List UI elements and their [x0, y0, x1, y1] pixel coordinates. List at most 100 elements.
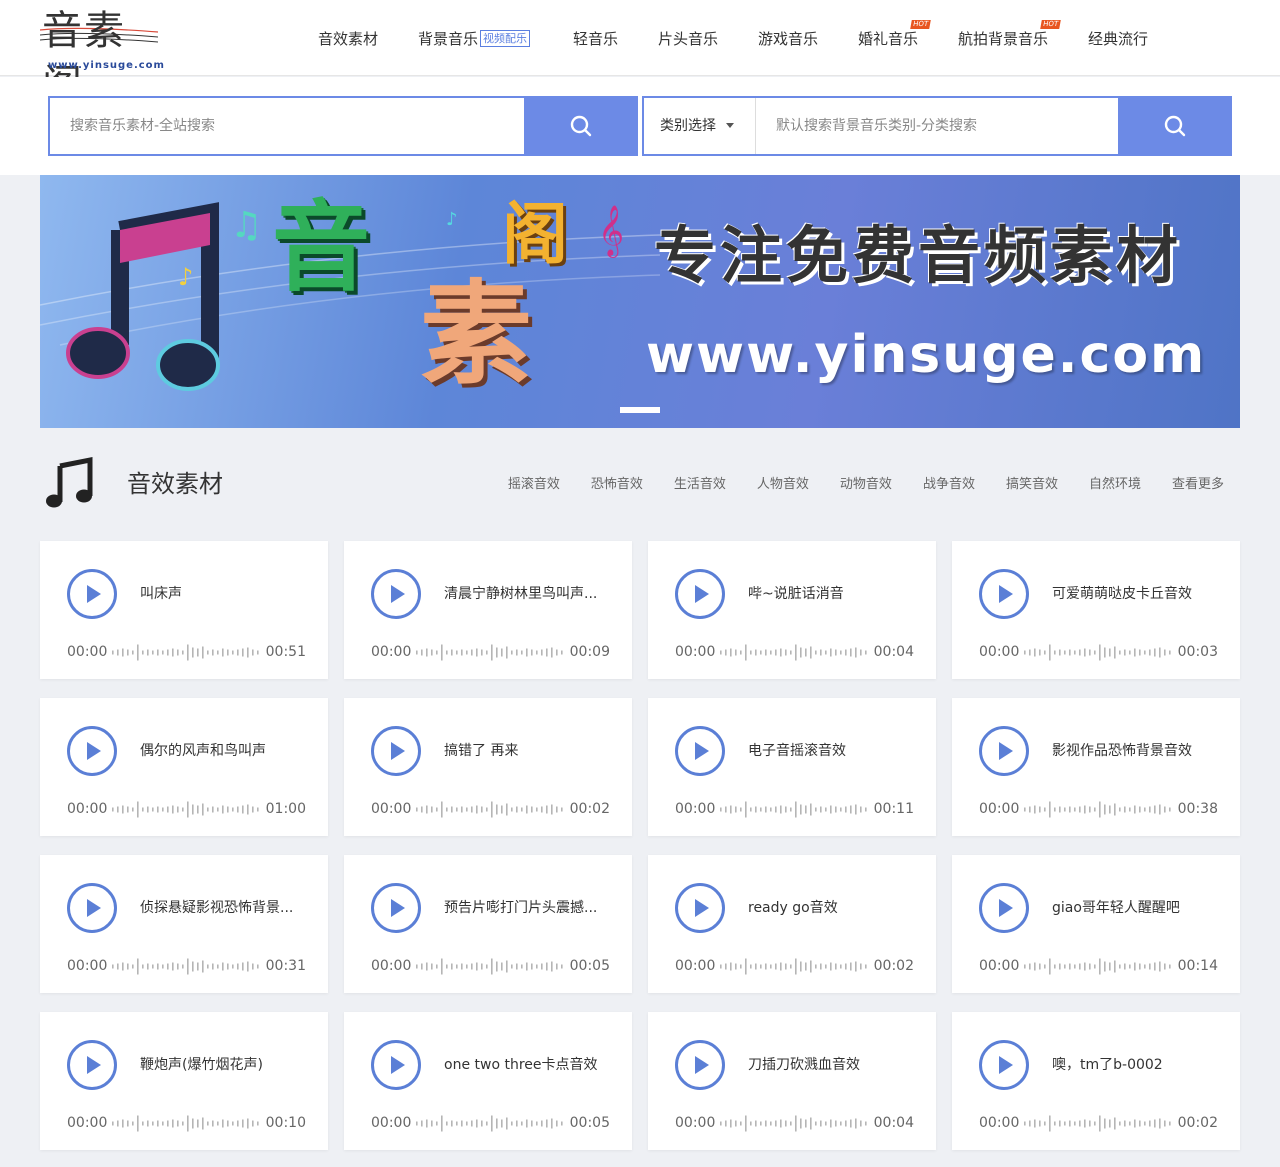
- sound-card[interactable]: 侦探悬疑影视恐怖背景... 00:00 00:31: [40, 855, 328, 993]
- play-icon[interactable]: [371, 726, 421, 776]
- site-header: 音素阁 www.yinsuge.com 音效素材 背景音乐视频配乐 轻音乐 片头…: [0, 0, 1280, 108]
- sound-card[interactable]: 影视作品恐怖背景音效 00:00 00:38: [952, 698, 1240, 836]
- sound-card[interactable]: 叫床声 00:00 00:51: [40, 541, 328, 679]
- sound-title[interactable]: 偶尔的风声和鸟叫声: [140, 742, 308, 760]
- play-icon[interactable]: [371, 569, 421, 619]
- play-icon[interactable]: [979, 883, 1029, 933]
- sound-card[interactable]: 清晨宁静树林里鸟叫声... 00:00 00:09: [344, 541, 632, 679]
- sound-card[interactable]: 噢，tm了b-0002 00:00 00:02: [952, 1012, 1240, 1150]
- waveform-progress[interactable]: [416, 801, 566, 818]
- waveform-progress[interactable]: [112, 958, 262, 975]
- sound-title[interactable]: 电子音摇滚音效: [748, 742, 916, 760]
- waveform-progress[interactable]: [416, 958, 566, 975]
- category-link[interactable]: 搞笑音效: [1006, 475, 1058, 495]
- waveform-progress[interactable]: [112, 1115, 262, 1132]
- nav-item-intro-music[interactable]: 片头音乐: [658, 27, 718, 51]
- category-select-label: 类别选择: [660, 118, 716, 134]
- play-icon[interactable]: [979, 726, 1029, 776]
- sound-card[interactable]: 鞭炮声(爆竹烟花声) 00:00 00:10: [40, 1012, 328, 1150]
- waveform-progress[interactable]: [1024, 958, 1174, 975]
- category-link[interactable]: 摇滚音效: [508, 475, 560, 495]
- play-icon[interactable]: [67, 1040, 117, 1090]
- sound-title[interactable]: ready go音效: [748, 899, 916, 917]
- nav-item-background-music[interactable]: 背景音乐 视频配乐: [418, 27, 531, 51]
- waveform-progress[interactable]: [1024, 801, 1174, 818]
- nav-item-light-music[interactable]: 轻音乐: [573, 27, 618, 51]
- waveform-progress[interactable]: [720, 958, 870, 975]
- nav-item-sound-effects[interactable]: 音效素材: [318, 27, 378, 51]
- waveform-progress[interactable]: [416, 1115, 566, 1132]
- nav-item-classic-pop[interactable]: 经典流行: [1088, 27, 1148, 51]
- sound-title[interactable]: 噢，tm了b-0002: [1052, 1056, 1220, 1074]
- waveform-progress[interactable]: [720, 644, 870, 661]
- sound-title[interactable]: 清晨宁静树林里鸟叫声...: [444, 585, 612, 603]
- sound-card[interactable]: 哔~说脏话消音 00:00 00:04: [648, 541, 936, 679]
- nav-label: 游戏音乐: [758, 30, 819, 48]
- caret-down-icon: [726, 123, 734, 128]
- sound-card[interactable]: 搞错了 再来 00:00 00:02: [344, 698, 632, 836]
- sound-title[interactable]: 预告片嘭打门片头震撼...: [444, 899, 612, 917]
- nav-label: 婚礼音乐: [858, 30, 919, 48]
- sound-card[interactable]: 偶尔的风声和鸟叫声 00:00 01:00: [40, 698, 328, 836]
- sound-title[interactable]: 搞错了 再来: [444, 742, 612, 760]
- play-icon[interactable]: [67, 726, 117, 776]
- nav-item-aerial-music[interactable]: 航拍背景音乐 HOT: [958, 20, 1061, 51]
- sound-card[interactable]: 刀插刀砍溅血音效 00:00 00:04: [648, 1012, 936, 1150]
- play-icon[interactable]: [675, 569, 725, 619]
- category-link[interactable]: 生活音效: [674, 475, 726, 495]
- waveform-progress[interactable]: [416, 644, 566, 661]
- category-link[interactable]: 人物音效: [757, 475, 809, 495]
- play-icon[interactable]: [675, 883, 725, 933]
- sound-card[interactable]: 电子音摇滚音效 00:00 00:11: [648, 698, 936, 836]
- sound-title[interactable]: 可爱萌萌哒皮卡丘音效: [1052, 585, 1220, 603]
- category-search-button[interactable]: [1118, 96, 1232, 156]
- sound-title[interactable]: giao哥年轻人醒醒吧: [1052, 899, 1220, 917]
- category-select[interactable]: 类别选择: [644, 98, 756, 154]
- category-link[interactable]: 动物音效: [840, 475, 892, 495]
- category-link[interactable]: 恐怖音效: [591, 475, 643, 495]
- sound-card[interactable]: ready go音效 00:00 00:02: [648, 855, 936, 993]
- sound-card[interactable]: 可爱萌萌哒皮卡丘音效 00:00 00:03: [952, 541, 1240, 679]
- sound-title[interactable]: 影视作品恐怖背景音效: [1052, 742, 1220, 760]
- nav-tag-video-music[interactable]: 视频配乐: [480, 30, 531, 47]
- category-link[interactable]: 战争音效: [923, 475, 975, 495]
- site-logo[interactable]: 音素阁 www.yinsuge.com: [40, 4, 164, 108]
- play-icon[interactable]: [371, 883, 421, 933]
- hot-badge: HOT: [910, 20, 931, 29]
- play-icon[interactable]: [67, 883, 117, 933]
- waveform-progress[interactable]: [112, 801, 262, 818]
- global-search-input[interactable]: [50, 98, 524, 154]
- play-icon[interactable]: [675, 726, 725, 776]
- sound-title[interactable]: 鞭炮声(爆竹烟花声): [140, 1056, 308, 1074]
- play-icon[interactable]: [979, 569, 1029, 619]
- sound-card[interactable]: 预告片嘭打门片头震撼... 00:00 00:05: [344, 855, 632, 993]
- play-icon[interactable]: [675, 1040, 725, 1090]
- category-search-input[interactable]: [756, 98, 1118, 154]
- banner-logo-char-3: 阁: [502, 196, 568, 273]
- waveform-progress[interactable]: [720, 801, 870, 818]
- sound-card[interactable]: one two three卡点音效 00:00 00:05: [344, 1012, 632, 1150]
- nav-label: 片头音乐: [658, 30, 719, 48]
- play-icon[interactable]: [979, 1040, 1029, 1090]
- view-more-link[interactable]: 查看更多: [1172, 475, 1224, 495]
- sound-card[interactable]: giao哥年轻人醒醒吧 00:00 00:14: [952, 855, 1240, 993]
- play-icon[interactable]: [67, 569, 117, 619]
- search-bar: 类别选择: [0, 77, 1280, 175]
- category-link[interactable]: 自然环境: [1089, 475, 1141, 495]
- nav-item-game-music[interactable]: 游戏音乐: [758, 27, 818, 51]
- sound-title[interactable]: 刀插刀砍溅血音效: [748, 1056, 916, 1074]
- waveform-progress[interactable]: [1024, 644, 1174, 661]
- sound-title[interactable]: 哔~说脏话消音: [748, 585, 916, 603]
- global-search-button[interactable]: [524, 96, 638, 156]
- hero-banner[interactable]: ♫ ♪ 𝄞 ♪ 音 素 阁 专注免费音频素材 www.yinsuge.com: [40, 175, 1240, 428]
- sound-title[interactable]: 叫床声: [140, 585, 308, 603]
- waveform-progress[interactable]: [720, 1115, 870, 1132]
- sound-title[interactable]: 侦探悬疑影视恐怖背景...: [140, 899, 308, 917]
- banner-logo-char-2: 素: [420, 270, 532, 400]
- sound-title[interactable]: one two three卡点音效: [444, 1056, 612, 1074]
- duration: 00:11: [873, 801, 914, 817]
- nav-item-wedding-music[interactable]: 婚礼音乐 HOT: [858, 20, 931, 51]
- play-icon[interactable]: [371, 1040, 421, 1090]
- waveform-progress[interactable]: [112, 644, 262, 661]
- waveform-progress[interactable]: [1024, 1115, 1174, 1132]
